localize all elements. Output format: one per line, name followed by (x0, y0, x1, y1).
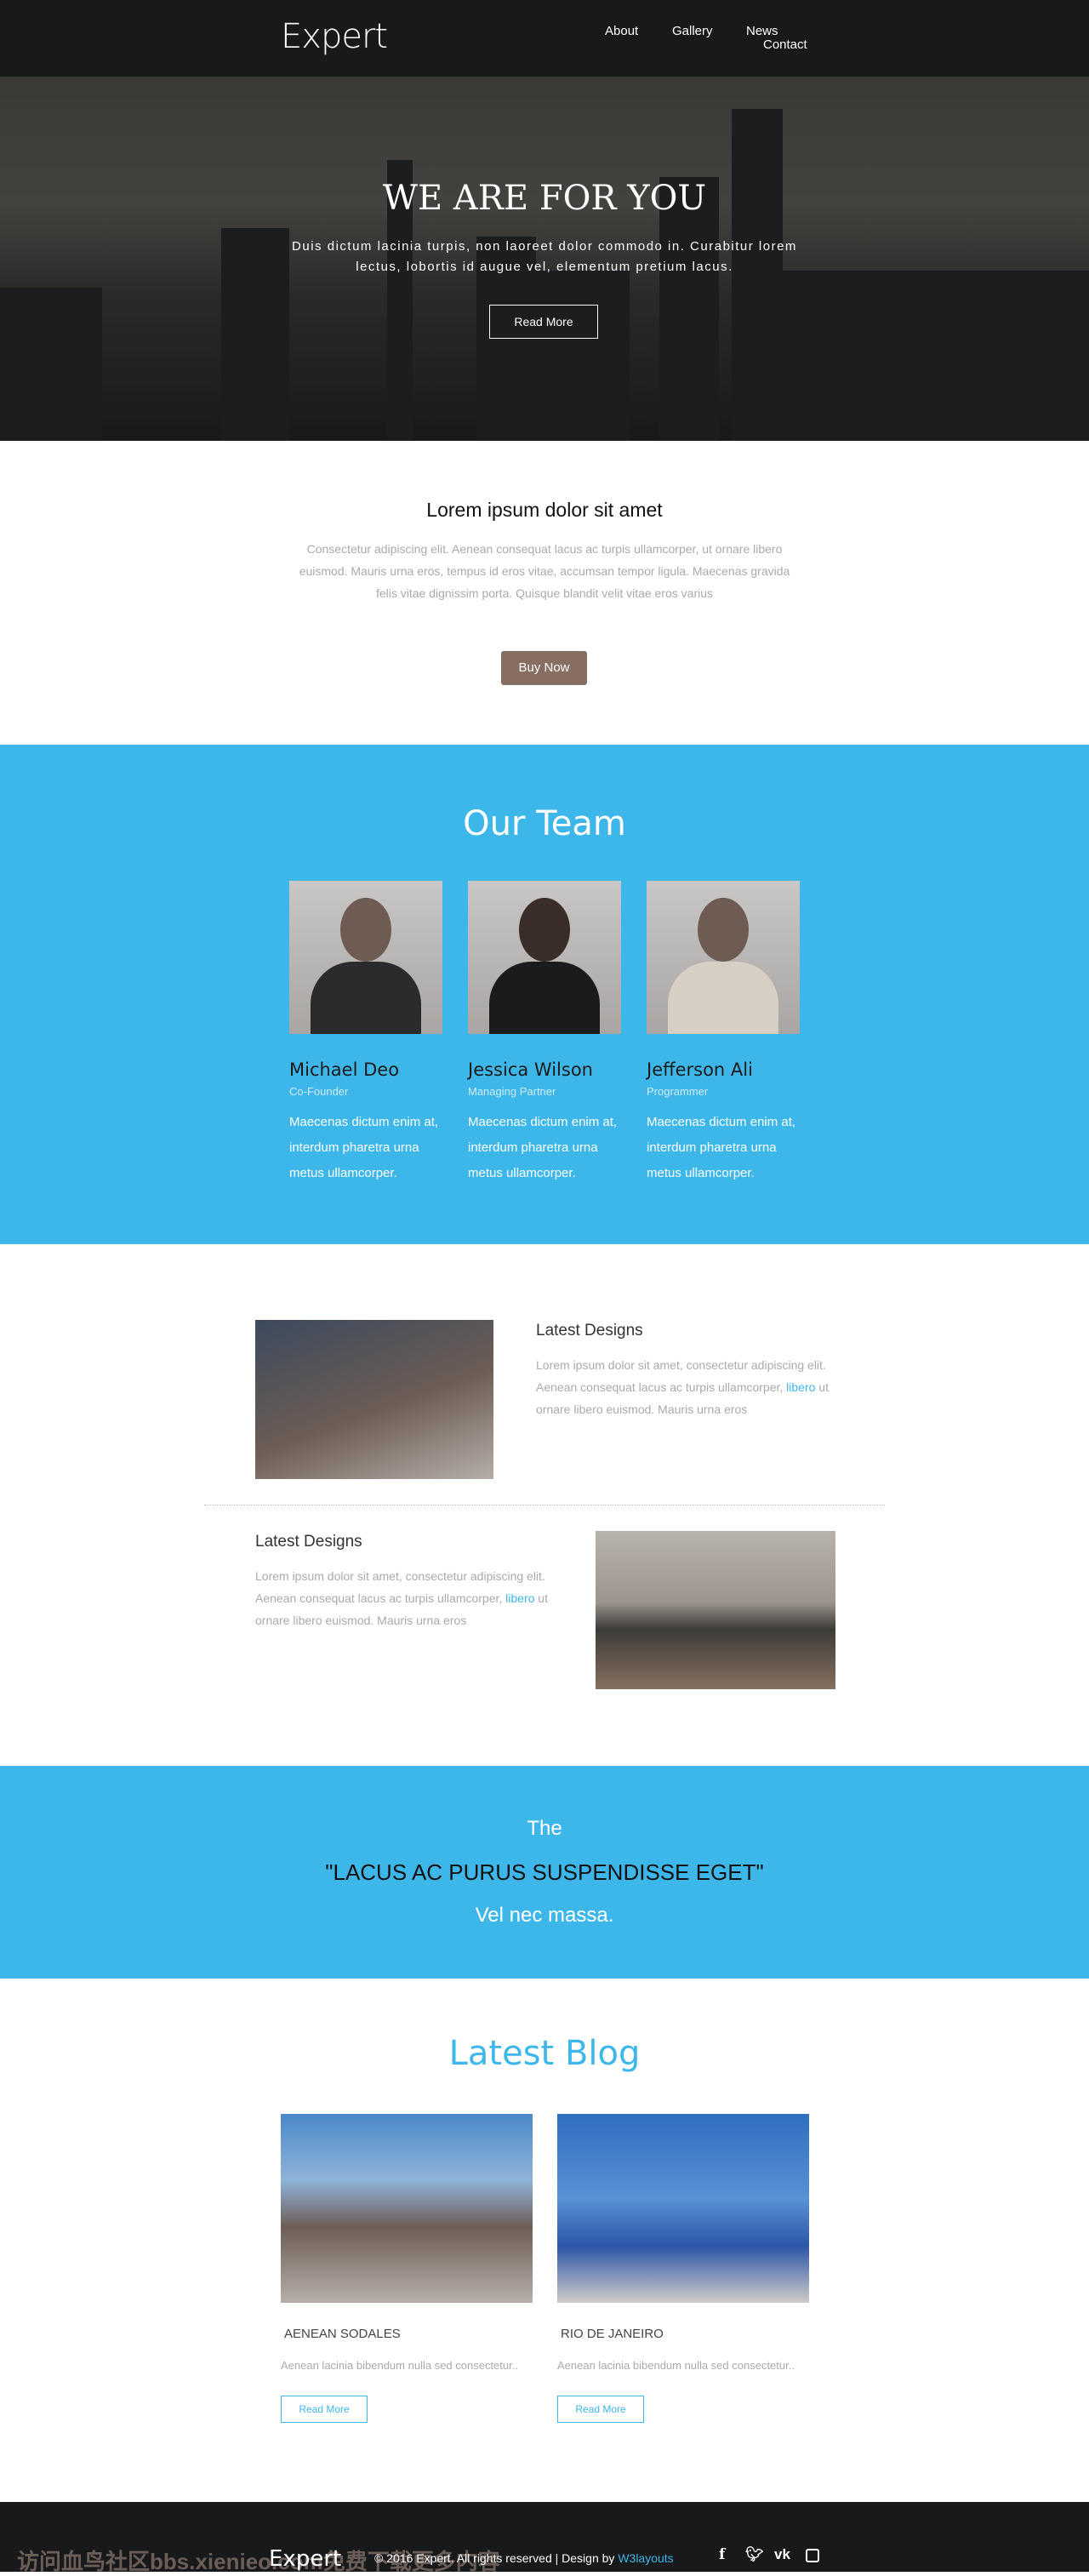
design-image (596, 1531, 835, 1689)
member-desc: Maecenas dictum enim at, interdum pharet… (289, 1115, 439, 1180)
read-more-button[interactable]: Read More (557, 2396, 644, 2423)
libero-link[interactable]: libero (786, 1380, 815, 1394)
design-item: Latest Designs Lorem ipsum dolor sit ame… (255, 1533, 562, 1631)
read-more-button[interactable]: Read More (281, 2396, 368, 2423)
nav-news[interactable]: News (746, 24, 778, 38)
footer: 访问血鸟社区bbs.xienieo.com免费下载更多内容 Expert © 2… (0, 2502, 1089, 2574)
libero-link[interactable]: libero (505, 1591, 534, 1605)
post-title: AENEAN SODALES (284, 2327, 401, 2341)
quote-section: The "LACUS AC PURUS SUSPENDISSE EGET" Ve… (0, 1766, 1089, 1979)
nav-gallery[interactable]: Gallery (672, 24, 713, 38)
quote-text: "LACUS AC PURUS SUSPENDISSE EGET" (325, 1859, 764, 1885)
team-section: Our Team Michael Deo Co-Founder Maecenas… (0, 745, 1089, 1244)
read-more-button[interactable]: Read More (489, 305, 598, 339)
hero-text: Duis dictum lacinia turpis, non laoreet … (292, 239, 797, 274)
hero-title: WE ARE FOR YOU (382, 179, 707, 218)
post-image (557, 2114, 809, 2303)
logo[interactable]: Expert (281, 17, 388, 56)
buy-now-button[interactable]: Buy Now (501, 651, 587, 685)
blog-title: Latest Blog (448, 2034, 641, 2073)
team-member: Jefferson Ali Programmer Maecenas dictum… (647, 881, 808, 1186)
footer-logo: Expert (269, 2546, 342, 2572)
post-image (281, 2114, 533, 2303)
team-title: Our Team (463, 804, 626, 843)
design-title: Latest Designs (536, 1322, 643, 1339)
copyright: © 2016 Expert. All rights reserved | Des… (374, 2551, 674, 2565)
blog-post: RIO DE JANEIRO Aenean lacinia bibendum n… (557, 2114, 809, 2423)
team-member: Michael Deo Co-Founder Maecenas dictum e… (289, 881, 451, 1186)
facebook-icon[interactable]: f (719, 2546, 725, 2563)
header: Expert About Gallery News Contact (0, 0, 1089, 77)
member-role: Programmer (647, 1085, 709, 1098)
intro-text: Consectetur adipiscing elit. Aenean cons… (299, 542, 790, 600)
design-item: Latest Designs Lorem ipsum dolor sit ame… (536, 1322, 842, 1420)
instagram-icon[interactable] (806, 2549, 819, 2562)
quote-footer: Vel nec massa. (475, 1904, 614, 1927)
team-member: Jessica Wilson Managing Partner Maecenas… (468, 881, 630, 1186)
nav-contact[interactable]: Contact (763, 37, 807, 52)
member-photo (289, 881, 442, 1034)
member-desc: Maecenas dictum enim at, interdum pharet… (647, 1115, 796, 1180)
member-name: Jefferson Ali (647, 1060, 753, 1080)
design-text: Lorem ipsum dolor sit amet, consectetur … (255, 1569, 548, 1627)
post-title: RIO DE JANEIRO (561, 2327, 664, 2341)
blog-post: AENEAN SODALES Aenean lacinia bibendum n… (281, 2114, 533, 2423)
member-desc: Maecenas dictum enim at, interdum pharet… (468, 1115, 618, 1180)
member-name: Michael Deo (289, 1060, 400, 1080)
member-name: Jessica Wilson (468, 1060, 593, 1080)
post-desc: Aenean lacinia bibendum nulla sed consec… (557, 2359, 795, 2372)
design-image (255, 1320, 493, 1479)
w3layouts-link[interactable]: W3layouts (618, 2551, 673, 2565)
nav-about[interactable]: About (605, 24, 638, 38)
design-title: Latest Designs (255, 1533, 362, 1551)
member-role: Managing Partner (468, 1085, 556, 1098)
hero-banner: WE ARE FOR YOU Duis dictum lacinia turpi… (0, 77, 1089, 441)
intro-title: Lorem ipsum dolor sit amet (426, 499, 663, 521)
member-photo (468, 881, 621, 1034)
vk-icon[interactable]: vk (774, 2546, 790, 2563)
design-text: Lorem ipsum dolor sit amet, consectetur … (536, 1358, 829, 1416)
member-role: Co-Founder (289, 1085, 349, 1098)
member-photo (647, 881, 800, 1034)
post-desc: Aenean lacinia bibendum nulla sed consec… (281, 2359, 518, 2372)
quote-intro: The (527, 1817, 562, 1840)
twitter-icon[interactable]: 🐦︎ (745, 2546, 764, 2563)
